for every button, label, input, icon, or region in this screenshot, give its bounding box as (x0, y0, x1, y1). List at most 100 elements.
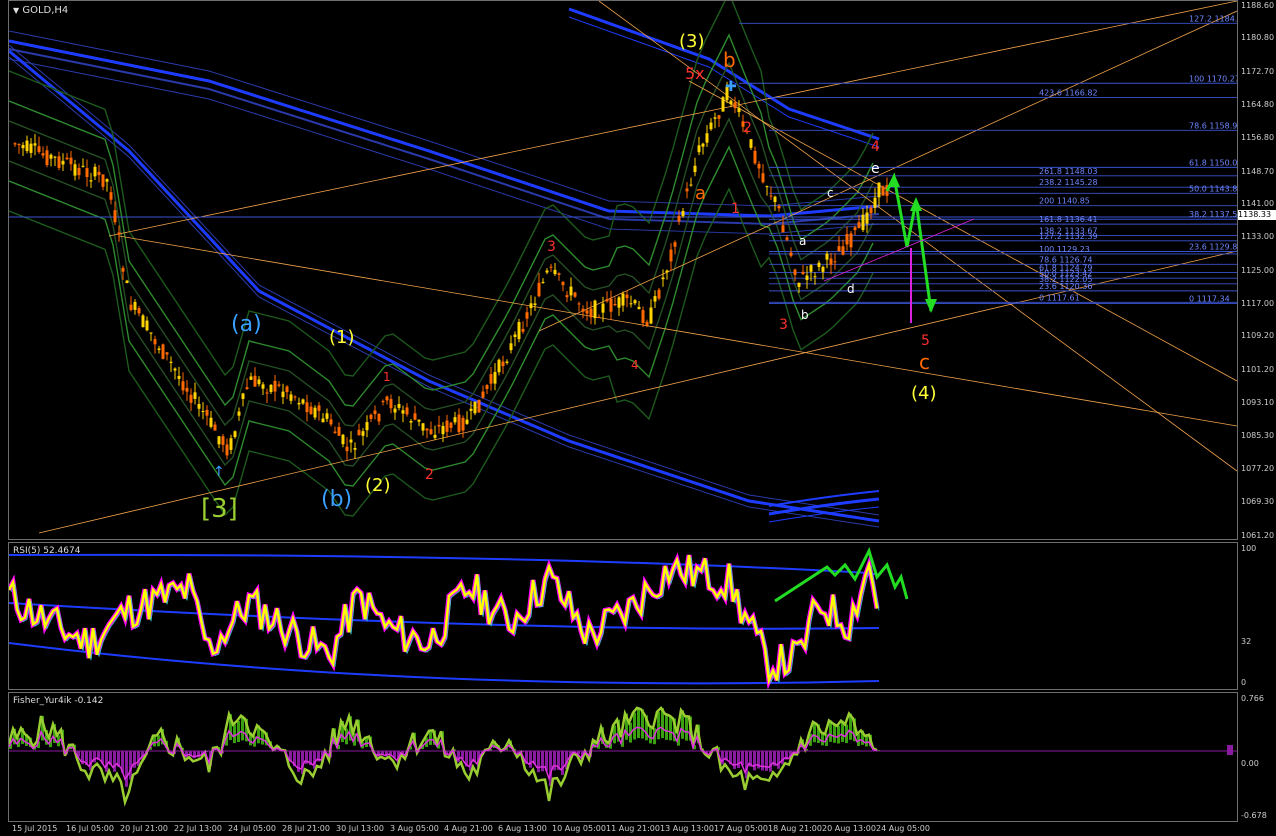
candle-body (165, 352, 169, 355)
time-tick: 4 Aug 21:00 (444, 824, 493, 833)
candle-body (773, 196, 777, 203)
candle-body (457, 414, 461, 433)
candle-body (561, 281, 565, 286)
fisher-histogram-bar (125, 751, 128, 787)
fisher-panel[interactable]: Fisher_Yur4ik -0.142 (8, 692, 1238, 822)
candle-body (569, 286, 573, 296)
candle-body (529, 303, 533, 309)
candle-body (345, 446, 349, 452)
time-tick: 20 Jul 21:00 (120, 824, 168, 833)
rsi-channel (9, 642, 880, 685)
fisher-histogram-bar (753, 751, 756, 771)
candle-body (833, 261, 837, 263)
rsi-label: RSI(5) 52.4674 (13, 546, 81, 556)
price-tick: 1085.30 (1241, 430, 1275, 440)
fib-label: 78.6 1158.95 (1189, 121, 1237, 130)
candle-body (365, 422, 369, 431)
trend-line (538, 10, 1237, 332)
candle-body (497, 359, 501, 373)
chevron-down-icon[interactable]: ▼ (13, 6, 19, 15)
fib-label: 100 1129.23 (1039, 245, 1090, 254)
fib-label: 38.2 1137.58 (1189, 210, 1237, 219)
candle-body (557, 273, 561, 275)
candle-body (857, 222, 861, 229)
time-tick: 28 Jul 21:00 (282, 824, 330, 833)
candle-body (837, 246, 841, 252)
envelope-line (9, 187, 874, 517)
candle-body (805, 275, 809, 280)
price-tick: 1125.00 (1241, 265, 1275, 275)
candle-body (329, 419, 333, 425)
candle-body (689, 184, 693, 186)
candle-body (17, 143, 21, 146)
fib-label: 0 1117.34 (1189, 294, 1230, 303)
candle-body (105, 179, 109, 182)
wave-label: c (919, 350, 930, 374)
candle-body (605, 299, 609, 302)
candle-body (29, 143, 33, 153)
current-price-tag: 1138.33 (1238, 210, 1276, 221)
trend-line (688, 80, 1237, 382)
candle-body (517, 322, 521, 340)
arrow-head (925, 299, 937, 313)
fisher-histogram-bar (721, 751, 724, 765)
candle-body (189, 394, 193, 403)
candle-body (37, 146, 41, 152)
candle-body (81, 165, 85, 167)
rsi-panel[interactable]: RSI(5) 52.4674 (8, 542, 1238, 690)
fisher-histogram-bar (733, 751, 736, 769)
candle-body (325, 413, 329, 419)
candle-body (397, 404, 401, 408)
candle-body (433, 434, 437, 438)
candle-body (61, 160, 65, 165)
price-tick: 1156.80 (1241, 133, 1275, 143)
fisher-histogram-bar (865, 735, 868, 747)
envelope-line (9, 33, 874, 407)
candle-body (525, 312, 529, 319)
candle-body (321, 418, 325, 423)
candle-body (445, 420, 449, 432)
candle-body (609, 298, 613, 312)
fisher-histogram-bar (761, 751, 764, 771)
candle-body (665, 270, 669, 273)
candle-body (717, 115, 721, 119)
time-tick: 11 Aug 21:00 (606, 824, 660, 833)
candle-body (429, 429, 433, 435)
candle-body (161, 344, 165, 359)
blue-band-line (9, 30, 880, 207)
candle-body (669, 249, 673, 262)
fisher-axis: 0.766 0.00 -0.678 (1238, 692, 1276, 822)
fib-label: 200 1140.85 (1039, 197, 1090, 206)
candle-body (537, 282, 541, 297)
fisher-histogram-bar (737, 751, 740, 769)
candle-body (149, 332, 153, 334)
candle-body (129, 304, 133, 310)
rsi-line (9, 554, 879, 686)
candle-body (793, 269, 797, 275)
candle-body (389, 399, 393, 409)
fisher-histogram-bar (657, 711, 660, 740)
fisher-histogram-bar (877, 750, 880, 751)
fisher-histogram-bar (89, 751, 92, 771)
fib-label: 261.8 1148.03 (1039, 167, 1098, 176)
wave-label: (b) (321, 487, 352, 512)
time-tick: 15 Jul 2015 (12, 824, 58, 833)
candle-body (417, 419, 421, 422)
price-panel[interactable]: 127.2 1184.67 100 1170.27 423.6 1166.82 78.… (8, 0, 1238, 540)
candle-body (253, 375, 257, 387)
price-tick: 1101.20 (1241, 364, 1275, 374)
candle-body (785, 237, 789, 240)
candle-body (197, 404, 201, 409)
candle-body (617, 297, 621, 308)
price-tick: 1093.10 (1241, 398, 1275, 408)
fib-label: 61.8 1150.05 (1189, 158, 1237, 167)
candle-body (749, 139, 753, 148)
wave-label: e (871, 161, 880, 177)
price-tick: 1148.70 (1241, 166, 1275, 176)
price-tick: 1180.80 (1241, 33, 1275, 43)
candle-body (533, 303, 537, 306)
candle-body (485, 385, 489, 390)
fisher-histogram-bar (537, 751, 540, 773)
candle-body (453, 417, 457, 423)
wave-label: 2 (743, 120, 752, 136)
